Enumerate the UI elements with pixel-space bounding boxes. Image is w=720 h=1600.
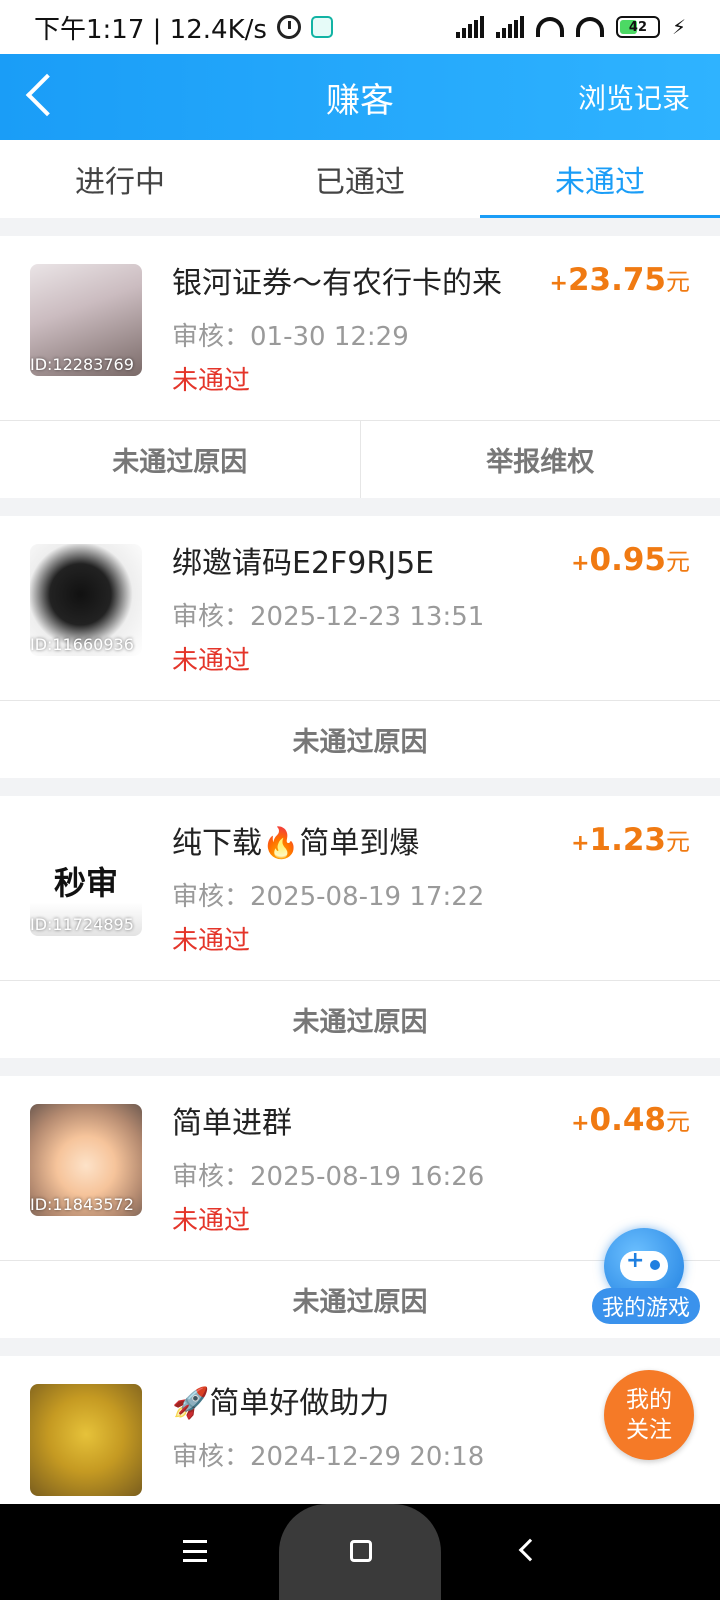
status-label: 未通过 bbox=[172, 1206, 251, 1236]
alarm-clock-icon bbox=[276, 15, 301, 39]
task-title: 🚀简单好做助力 bbox=[172, 1386, 390, 1421]
status-label: 未通过 bbox=[172, 366, 251, 396]
battery-icon: 42 bbox=[615, 16, 660, 38]
tab-in-progress[interactable]: 进行中 bbox=[0, 140, 240, 218]
task-title: 简单进群 bbox=[172, 1106, 292, 1141]
task-title: 纯下载🔥简单到爆 bbox=[172, 826, 420, 861]
browse-history-link[interactable]: 浏览记录 bbox=[578, 77, 690, 117]
rejection-reason-button[interactable]: 未通过原因 bbox=[0, 421, 360, 498]
task-card[interactable]: ID:11660936 绑邀请码E2F9RJ5E +0.95元 审核：2025-… bbox=[0, 516, 720, 778]
charging-icon: ⚡ bbox=[671, 15, 686, 39]
app-notification-icon bbox=[310, 16, 333, 38]
battery-level: 42 bbox=[628, 19, 647, 35]
my-games-button[interactable]: 我的游戏 bbox=[592, 1228, 700, 1338]
follow-label-line1: 我的 bbox=[626, 1387, 672, 1413]
status-label: 未通过 bbox=[172, 646, 251, 676]
task-thumbnail: ID:12283769 bbox=[30, 264, 142, 376]
rejection-reason-button[interactable]: 未通过原因 bbox=[0, 981, 720, 1058]
task-thumbnail: ID:11843572 bbox=[30, 1104, 142, 1216]
thumbnail-id: ID:11660936 bbox=[30, 635, 134, 654]
thumbnail-id: ID:12283769 bbox=[30, 355, 134, 374]
my-follows-button[interactable]: 我的 关注 bbox=[604, 1370, 694, 1460]
review-time: 审核：2025-12-23 13:51 bbox=[172, 602, 485, 632]
my-games-label: 我的游戏 bbox=[592, 1288, 700, 1324]
thumbnail-id: ID:11843572 bbox=[30, 1195, 134, 1214]
status-tabs: 进行中 已通过 未通过 bbox=[0, 140, 720, 218]
rejection-reason-button[interactable]: 未通过原因 bbox=[0, 701, 720, 778]
task-title: 银河证券～有农行卡的来 bbox=[172, 266, 502, 301]
follow-label-line2: 关注 bbox=[626, 1417, 672, 1443]
reward-amount: +0.48元 bbox=[571, 1102, 690, 1138]
status-bar: 下午1:17 | 12.4K/s 42 ⚡ bbox=[0, 0, 720, 54]
app-header: 赚客 浏览记录 bbox=[0, 54, 720, 140]
wifi-icon bbox=[575, 17, 604, 37]
status-time: 下午1:17 | 12.4K/s bbox=[34, 14, 267, 45]
task-list: ID:12283769 银河证券～有农行卡的来 +23.75元 审核：01-30… bbox=[0, 236, 720, 1558]
task-thumbnail: 秒审 ID:11724895 bbox=[30, 824, 142, 936]
nav-back-icon[interactable] bbox=[518, 1538, 542, 1562]
task-card[interactable]: 秒审 ID:11724895 纯下载🔥简单到爆 +1.23元 审核：2025-0… bbox=[0, 796, 720, 1058]
thumbnail-text: 秒审 bbox=[53, 864, 118, 902]
system-nav-bar bbox=[0, 1504, 720, 1600]
review-time: 审核：2025-08-19 16:26 bbox=[172, 1162, 485, 1192]
task-thumbnail bbox=[30, 1384, 142, 1496]
wifi-icon bbox=[535, 17, 564, 37]
menu-icon[interactable] bbox=[183, 1540, 207, 1562]
tab-rejected[interactable]: 未通过 bbox=[480, 140, 720, 218]
thumbnail-id: ID:11724895 bbox=[30, 915, 134, 934]
review-time: 审核：01-30 12:29 bbox=[172, 322, 409, 352]
home-icon[interactable] bbox=[350, 1540, 372, 1562]
task-thumbnail: ID:11660936 bbox=[30, 544, 142, 656]
task-card[interactable]: ID:12283769 银河证券～有农行卡的来 +23.75元 审核：01-30… bbox=[0, 236, 720, 498]
reward-amount: +23.75元 bbox=[549, 262, 691, 298]
reward-amount: +1.23元 bbox=[571, 822, 690, 858]
status-label: 未通过 bbox=[172, 926, 251, 956]
gamepad-icon bbox=[620, 1248, 668, 1281]
signal-icon bbox=[455, 16, 484, 38]
task-title: 绑邀请码E2F9RJ5E bbox=[172, 546, 435, 581]
tab-passed[interactable]: 已通过 bbox=[240, 140, 480, 218]
reward-amount: +0.95元 bbox=[571, 542, 690, 578]
report-appeal-button[interactable]: 举报维权 bbox=[359, 421, 720, 498]
review-time: 审核：2025-08-19 17:22 bbox=[172, 882, 485, 912]
signal-icon bbox=[495, 16, 524, 38]
review-time: 审核：2024-12-29 20:18 bbox=[172, 1442, 485, 1472]
